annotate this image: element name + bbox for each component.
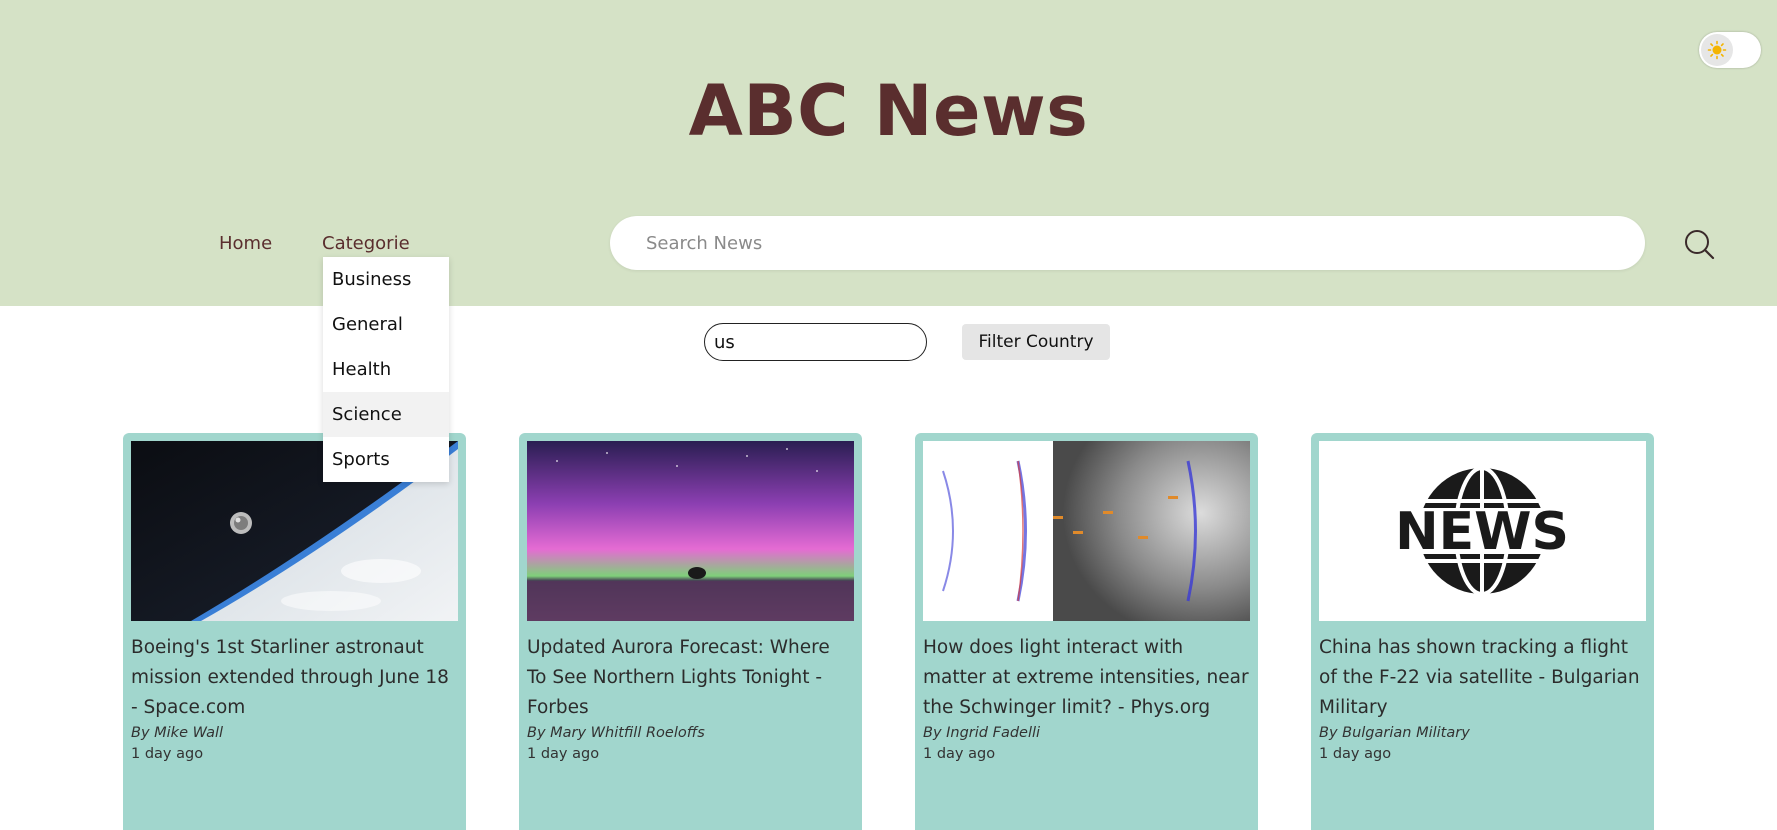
theme-toggle[interactable] <box>1699 32 1761 68</box>
card-image-aurora[interactable] <box>527 441 854 621</box>
card-time: 1 day ago <box>527 746 600 762</box>
card-title[interactable]: Updated Aurora Forecast: Where To See No… <box>527 633 854 723</box>
nav-home-link[interactable]: Home <box>219 233 272 254</box>
nav-categories-link[interactable]: Categorie <box>322 233 410 254</box>
country-input[interactable] <box>704 323 927 361</box>
site-header: ABC News Home Categorie <box>0 0 1777 306</box>
news-card[interactable]: How does light interact with matter at e… <box>915 433 1258 830</box>
card-time: 1 day ago <box>131 746 204 762</box>
card-title[interactable]: China has shown tracking a flight of the… <box>1319 633 1646 723</box>
card-title[interactable]: How does light interact with matter at e… <box>923 633 1250 723</box>
dropdown-item-health[interactable]: Health <box>323 347 449 392</box>
card-author: By Mary Whitfill Roeloffs <box>527 725 705 741</box>
dropdown-item-business[interactable]: Business <box>323 257 449 302</box>
news-card[interactable]: NEWS China has shown tracking a flight o… <box>1311 433 1654 830</box>
dropdown-item-science[interactable]: Science <box>323 392 449 437</box>
card-title[interactable]: Boeing's 1st Starliner astronaut mission… <box>131 633 458 723</box>
search-input[interactable] <box>610 216 1645 270</box>
card-time: 1 day ago <box>1319 746 1392 762</box>
dropdown-item-sports[interactable]: Sports <box>323 437 449 482</box>
news-logo-text: NEWS <box>1395 502 1569 562</box>
sun-icon <box>1701 34 1733 66</box>
categories-dropdown: Business General Health Science Sports <box>323 257 449 482</box>
card-time: 1 day ago <box>923 746 996 762</box>
card-author: By Ingrid Fadelli <box>923 725 1041 741</box>
card-image-simulation[interactable] <box>923 441 1250 621</box>
search-icon[interactable] <box>1683 228 1715 260</box>
news-card[interactable]: Boeing's 1st Starliner astronaut mission… <box>123 433 466 830</box>
site-title: ABC News <box>688 70 1089 152</box>
dropdown-item-general[interactable]: General <box>323 302 449 347</box>
card-author: By Bulgarian Military <box>1319 725 1470 741</box>
filter-country-button[interactable]: Filter Country <box>962 324 1110 360</box>
news-card[interactable]: Updated Aurora Forecast: Where To See No… <box>519 433 862 830</box>
card-image-news-logo[interactable]: NEWS <box>1319 441 1646 621</box>
card-author: By Mike Wall <box>131 725 224 741</box>
